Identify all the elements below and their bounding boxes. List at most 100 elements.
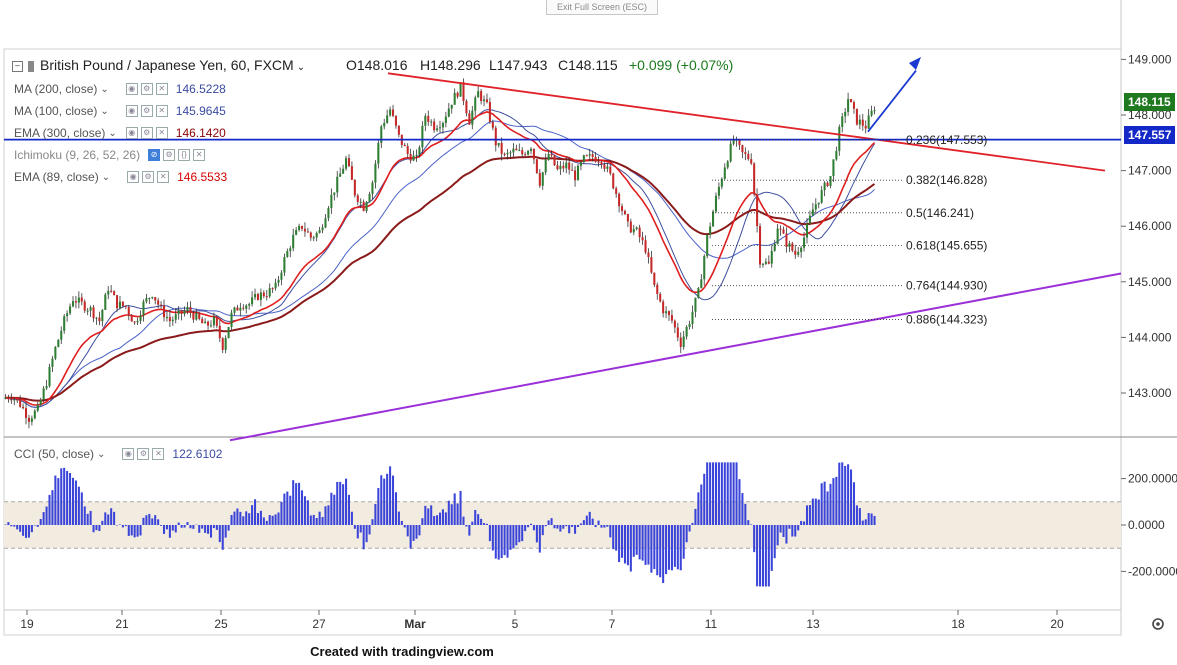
indicator-label: MA (200, close): [14, 82, 98, 96]
candle-body: [785, 233, 788, 247]
candle-body: [4, 397, 7, 399]
eye-icon[interactable]: ◉: [127, 171, 140, 183]
eye-icon[interactable]: ◉: [122, 448, 135, 460]
candle-body: [30, 418, 33, 422]
y-tick-label: 146.000: [1128, 219, 1172, 233]
candle-body: [623, 210, 626, 215]
candle-body: [861, 119, 864, 126]
candle-body: [433, 121, 436, 131]
candle-body: [571, 169, 574, 171]
candle-body: [641, 237, 644, 241]
candle-body: [562, 165, 565, 169]
candle-body: [198, 313, 201, 319]
candle-body: [858, 119, 861, 125]
indicator-ema89[interactable]: EMA (89, close) ⌄ ◉ ⚙ ✕ 146.5533: [14, 170, 227, 184]
symbol-legend[interactable]: – British Pound / Japanese Yen, 60, FXCM ⌄: [12, 57, 305, 73]
candle-body: [582, 155, 585, 163]
candle-body: [797, 252, 800, 255]
source-code-icon[interactable]: {}: [178, 149, 191, 161]
settings-icon[interactable]: ⚙: [163, 149, 176, 161]
candle-body: [697, 288, 700, 298]
candle-body: [292, 234, 295, 249]
candle-body: [494, 127, 497, 146]
cci-tick-label: -200.0000: [1128, 564, 1177, 578]
indicator-ma200[interactable]: MA (200, close) ⌄ ◉ ⚙ ✕ 146.5228: [14, 82, 226, 96]
candle-body: [588, 154, 591, 156]
candle-body: [145, 298, 148, 302]
chevron-down-icon[interactable]: ⌄: [102, 172, 110, 183]
chevron-down-icon[interactable]: ⌄: [297, 62, 305, 73]
candle-body: [509, 152, 512, 154]
chevron-down-icon[interactable]: ⌄: [108, 128, 116, 139]
x-tick-label: 19: [20, 617, 34, 631]
candle-body: [456, 92, 459, 97]
chevron-down-icon[interactable]: ⌄: [100, 84, 108, 95]
close-icon[interactable]: ✕: [155, 83, 168, 95]
candle-body: [688, 323, 691, 327]
candle-body: [844, 111, 847, 117]
ohlc-change: +0.099 (+0.07%): [629, 57, 734, 73]
candle-body: [585, 155, 588, 157]
chevron-down-icon[interactable]: ⌄: [97, 449, 105, 460]
candle-body: [829, 176, 832, 187]
close-icon[interactable]: ✕: [157, 171, 170, 183]
candle-body: [682, 336, 685, 347]
indicator-ichimoku[interactable]: Ichimoku (9, 26, 52, 26) ⊘ ⚙{} ✕: [14, 148, 206, 162]
eye-icon[interactable]: ◉: [125, 105, 138, 117]
x-tick-label: 11: [705, 617, 718, 631]
settings-icon[interactable]: ⚙: [140, 83, 153, 95]
close-icon[interactable]: ✕: [155, 127, 168, 139]
settings-gear-icon[interactable]: [1152, 618, 1164, 630]
indicator-value: 146.5228: [175, 82, 226, 96]
eye-icon[interactable]: ◉: [125, 83, 138, 95]
candle-body: [160, 304, 163, 306]
y-tick-label: 145.000: [1128, 275, 1172, 289]
candle-body: [83, 301, 86, 311]
settings-icon[interactable]: ⚙: [140, 127, 153, 139]
collapse-icon[interactable]: –: [12, 60, 23, 72]
candle-body: [594, 156, 597, 162]
exit-fullscreen-button[interactable]: Exit Full Screen (ESC): [546, 0, 658, 15]
candle-body: [368, 193, 371, 202]
eye-icon[interactable]: ◉: [125, 127, 138, 139]
candle-body: [618, 193, 621, 207]
close-icon[interactable]: ✕: [155, 105, 168, 117]
candle-body: [127, 306, 130, 316]
candle-body: [835, 151, 838, 160]
candle-body: [644, 240, 647, 253]
candle-body: [397, 125, 400, 135]
candle-body: [391, 109, 395, 116]
candle-body: [591, 154, 594, 157]
candle-body: [180, 310, 183, 314]
close-icon[interactable]: ✕: [152, 448, 165, 460]
candle-body: [374, 163, 377, 183]
chevron-down-icon[interactable]: ⌄: [100, 106, 108, 117]
candle-body: [576, 165, 580, 181]
chart-canvas[interactable]: 0.236(147.553) 0.382(146.828) 0.5(146.241)…: [0, 0, 1177, 665]
eye-off-icon[interactable]: ⊘: [148, 149, 161, 161]
candle-body: [151, 297, 154, 299]
candle-body: [852, 102, 856, 109]
candle-body: [195, 313, 198, 320]
close-icon[interactable]: ✕: [193, 149, 206, 161]
y-tick-label: 147.000: [1128, 164, 1172, 178]
settings-icon[interactable]: ⚙: [140, 105, 153, 117]
x-tick-label: 27: [312, 617, 326, 631]
candle-body: [77, 297, 80, 303]
candle-body: [183, 310, 186, 314]
candle-body: [19, 399, 22, 407]
indicator-ma100[interactable]: MA (100, close) ⌄ ◉ ⚙ ✕ 145.9645: [14, 104, 226, 118]
candle-body: [315, 232, 318, 238]
candle-body: [544, 159, 547, 173]
settings-icon[interactable]: ⚙: [137, 448, 150, 460]
indicator-label: MA (100, close): [14, 104, 98, 118]
hline-price-badge: 147.557: [1124, 126, 1176, 144]
candle-body: [63, 316, 66, 331]
candle-body: [747, 153, 750, 160]
settings-icon[interactable]: ⚙: [142, 171, 155, 183]
indicator-cci[interactable]: CCI (50, close) ⌄ ◉ ⚙ ✕ 122.6102: [14, 447, 222, 461]
indicator-ema300[interactable]: EMA (300, close) ⌄ ◉ ⚙ ✕ 146.1420: [14, 126, 226, 140]
x-tick-label: Mar: [404, 617, 426, 631]
candle-body: [712, 211, 715, 227]
candle-body: [383, 123, 386, 127]
